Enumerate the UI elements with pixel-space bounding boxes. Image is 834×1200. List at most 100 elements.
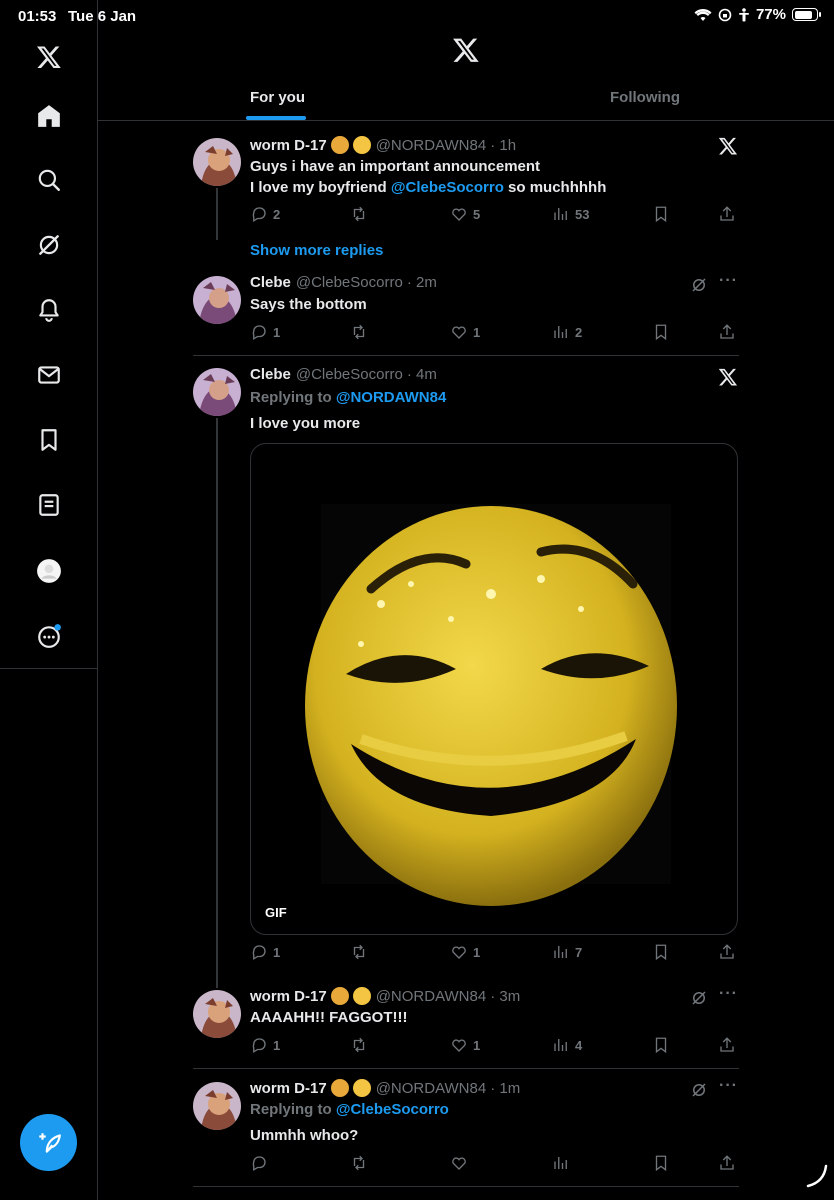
more-options-icon[interactable]: ··· [719,272,738,290]
share-button[interactable] [718,943,736,961]
x-logo-icon[interactable] [452,36,480,64]
repost-button[interactable] [350,205,373,223]
mention-link[interactable]: @NORDAWN84 [336,389,446,406]
repost-icon [353,944,365,960]
grok-icon[interactable] [690,989,708,1007]
timestamp[interactable]: · 1m [490,1080,520,1097]
like-button[interactable]: 5 [450,205,480,223]
more-options-icon[interactable]: ··· [719,985,738,1003]
share-button[interactable] [718,1154,736,1172]
like-count: 1 [473,324,481,340]
like-count: 5 [473,206,481,222]
bell-icon[interactable] [30,291,68,329]
repost-icon [353,324,365,340]
list-icon[interactable] [30,486,68,524]
views-button[interactable]: 53 [552,205,589,223]
profile-avatar-icon[interactable] [30,552,68,590]
display-name[interactable]: Clebe [250,274,291,291]
replying-to: Replying to @ClebeSocorro [250,1099,449,1120]
show-more-replies-link[interactable]: Show more replies [250,242,383,259]
partying-face-emoji-icon [352,1079,371,1097]
view-count: 53 [575,206,590,222]
display-name[interactable]: worm D-17 [250,1080,327,1097]
x-logo-icon[interactable] [30,38,68,76]
tweet-text: AAAAHH!! FAGGOT!!! [250,1009,408,1026]
views-icon [554,1157,567,1169]
mail-icon[interactable] [30,356,68,394]
search-icon[interactable] [30,161,68,199]
x-logo-icon[interactable] [718,367,738,387]
reply-button[interactable]: 2 [250,205,280,223]
avatar[interactable] [193,276,241,324]
avatar[interactable] [193,138,241,186]
bookmark-button[interactable] [652,1036,670,1054]
handle[interactable]: @ClebeSocorro [296,366,403,383]
handle[interactable]: @NORDAWN84 [376,1080,487,1097]
views-button[interactable]: 7 [552,943,582,961]
home-indicator-icon [806,1164,828,1188]
bookmark-icon[interactable] [30,421,68,459]
home-icon[interactable] [30,97,68,135]
bookmark-button[interactable] [652,1154,670,1172]
reply-button[interactable]: 1 [250,943,280,961]
handle[interactable]: @NORDAWN84 [376,988,487,1005]
avatar[interactable] [193,990,241,1038]
share-button[interactable] [718,323,736,341]
like-button[interactable] [450,1154,473,1172]
tab-following[interactable]: Following [610,89,680,106]
timestamp[interactable]: · 3m [490,988,520,1005]
reply-button[interactable] [250,1154,273,1172]
party-emoji-icon [330,987,349,1005]
tweet-header: Clebe @ClebeSocorro · 4m [250,366,437,383]
avatar[interactable] [193,1082,241,1130]
timestamp[interactable]: · 2m [407,274,437,291]
share-icon [720,206,734,221]
view-count: 2 [575,324,583,340]
bookmark-button[interactable] [652,205,670,223]
like-button[interactable]: 1 [450,1036,480,1054]
heart-icon [452,946,466,959]
tab-for-you[interactable]: For you [250,89,305,106]
mention-link[interactable]: @ClebeSocorro [336,1101,449,1118]
repost-button[interactable] [350,1154,373,1172]
display-name[interactable]: worm D-17 [250,988,327,1005]
repost-button[interactable] [350,943,373,961]
more-options-icon[interactable]: ··· [719,1077,738,1095]
share-icon [720,944,734,959]
avatar[interactable] [193,368,241,416]
timestamp[interactable]: · 4m [407,366,437,383]
grok-icon[interactable] [690,1081,708,1099]
reply-button[interactable]: 1 [250,1036,280,1054]
repost-icon [353,206,365,222]
more-icon[interactable] [30,617,68,655]
repost-button[interactable] [350,323,373,341]
grok-icon[interactable] [690,276,708,294]
reply-icon [252,945,266,960]
like-button[interactable]: 1 [450,323,480,341]
share-button[interactable] [718,1036,736,1054]
handle[interactable]: @NORDAWN84 [376,137,487,154]
mention-link[interactable]: @ClebeSocorro [391,179,504,196]
x-logo-icon[interactable] [718,136,738,156]
share-button[interactable] [718,205,736,223]
views-icon [554,208,567,220]
like-button[interactable]: 1 [450,943,480,961]
bookmark-button[interactable] [652,323,670,341]
timestamp[interactable]: · 1h [490,137,516,154]
grok-icon[interactable] [30,226,68,264]
bookmark-button[interactable] [652,943,670,961]
reply-button[interactable]: 1 [250,323,280,341]
gif-media[interactable]: GIF [250,443,738,935]
compose-button[interactable] [20,1114,77,1171]
views-button[interactable]: 4 [552,1036,582,1054]
handle[interactable]: @ClebeSocorro [296,274,403,291]
views-button[interactable] [552,1154,575,1172]
reply-count: 1 [273,324,281,340]
bookmark-icon [655,324,667,341]
partying-face-emoji-icon [352,136,371,154]
repost-button[interactable] [350,1036,373,1054]
display-name[interactable]: Clebe [250,366,291,383]
sidebar-divider [0,668,98,669]
views-button[interactable]: 2 [552,323,582,341]
display-name[interactable]: worm D-17 [250,137,327,154]
